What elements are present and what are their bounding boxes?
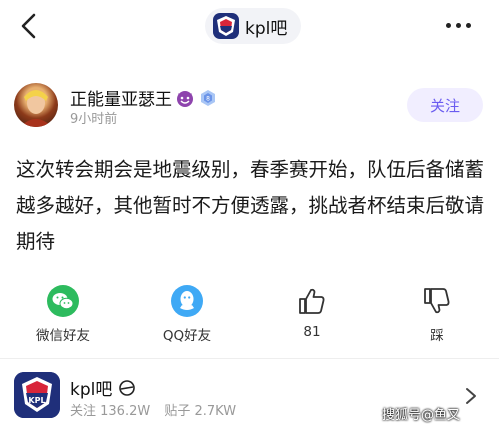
watermark-text: 搜狐号@鱼叉 [382,408,461,423]
share-action-row: 微信好友 QQ好友 81 踩 [0,284,499,348]
post-line: 越多越好，其他暂时不方便透露，挑战者杯结束后敬请 [16,194,485,217]
forum-card-name: kpl吧 [70,380,113,400]
author-name: 正能量亚瑟王 [70,90,172,110]
chevron-right-icon[interactable] [464,386,478,406]
post-content: 这次转会期会是地震级别，春季赛开始，队伍后备储蓄 越多越好，其他暂时不方便透露，… [16,152,488,260]
like-count: 81 [303,324,321,340]
share-qq-button[interactable]: QQ好友 [137,284,237,344]
qq-icon [171,285,203,317]
dislike-button[interactable]: 踩 [387,284,487,344]
forum-posts: 贴子 2.7KW [164,404,237,419]
share-wechat-label: 微信好友 [36,328,90,344]
back-arrow-icon[interactable] [14,10,46,42]
post-line: 这次转会期会是地震级别，春季赛开始，队伍后备储蓄 [16,158,485,181]
svg-text:8: 8 [206,95,210,102]
post-author: 正能量亚瑟王 8 9小时前 关注 [14,83,484,131]
post-time: 9小时前 [70,112,118,127]
forum-title: kpl吧 [245,18,288,39]
forum-card-title-row: kpl吧 [70,375,136,400]
post-line: 期待 [16,230,56,253]
avatar[interactable] [14,83,58,127]
dislike-label: 踩 [430,328,444,344]
like-button[interactable]: 81 [262,284,362,340]
author-name-row[interactable]: 正能量亚瑟王 8 [70,85,218,110]
follow-button[interactable]: 关注 [407,88,483,122]
svg-text:KPL: KPL [28,396,45,405]
kpl-logo-icon [213,13,239,39]
share-qq-label: QQ好友 [162,328,212,344]
verified-circle-icon [119,379,136,396]
thumbs-down-icon [424,288,450,314]
forum-followers: 关注 136.2W [70,404,151,419]
devil-emoji-icon [177,90,193,107]
divider [0,358,499,359]
level-badge-icon: 8 [201,89,215,106]
forum-title-pill[interactable]: kpl吧 [205,8,302,44]
thumbs-up-icon [299,288,325,314]
forum-logo: KPL [14,372,60,418]
forum-card-stats: 关注 136.2W 贴子 2.7KW [70,400,246,419]
share-wechat-button[interactable]: 微信好友 [13,284,113,344]
wechat-icon [47,285,79,317]
more-dots-icon[interactable] [446,20,476,30]
top-nav-bar: kpl吧 [0,0,499,52]
